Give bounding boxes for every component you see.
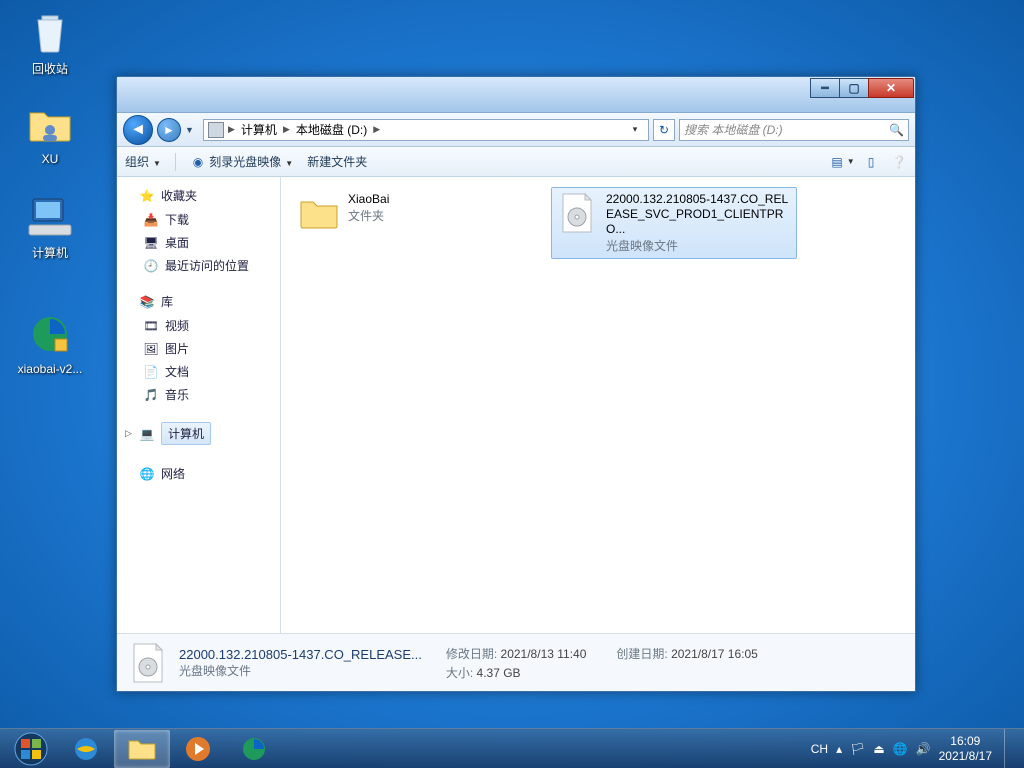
sidebar-music[interactable]: 🎵音乐: [117, 383, 280, 406]
address-dropdown[interactable]: ▾: [626, 124, 644, 135]
desktop-icon-user-folder[interactable]: XU: [12, 100, 88, 166]
file-list[interactable]: XiaoBai 文件夹 22000.132.210805-1437.CO_REL…: [281, 177, 915, 633]
explorer-window: ━ ▢ ✕ ◄ ► ▼ ▶ 计算机 ▶ 本地磁盘 (D:) ▶ ▾ ↻ 搜索 本…: [116, 76, 916, 692]
desktop-icon-computer[interactable]: 计算机: [12, 192, 88, 261]
action-center-icon[interactable]: 🏳: [850, 742, 865, 756]
computer-icon: 💻: [139, 426, 155, 442]
address-bar[interactable]: ▶ 计算机 ▶ 本地磁盘 (D:) ▶ ▾: [203, 119, 649, 141]
back-button[interactable]: ◄: [123, 115, 153, 145]
sidebar-pictures[interactable]: 🖼图片: [117, 337, 280, 360]
sidebar-libraries[interactable]: 📚库: [117, 289, 280, 314]
recent-icon: 🕘: [143, 258, 159, 274]
recycle-bin-icon: [26, 8, 74, 56]
disc-icon: ◉: [190, 154, 206, 170]
video-icon: 🎞: [143, 318, 159, 334]
document-icon: 📄: [143, 364, 159, 380]
window-titlebar[interactable]: ━ ▢ ✕: [117, 77, 915, 113]
system-tray: CH ▴ 🏳 ⏏ 🌐 🔊 16:09 2021/8/17: [811, 729, 1020, 768]
organize-menu[interactable]: 组织▼: [125, 153, 161, 170]
refresh-button[interactable]: ↻: [653, 119, 675, 141]
details-name: 22000.132.210805-1437.CO_RELEASE...: [179, 647, 422, 662]
library-icon: 📚: [139, 294, 155, 310]
minimize-button[interactable]: ━: [810, 78, 840, 98]
desktop-icon: 🖥: [143, 235, 159, 251]
volume-icon[interactable]: 🔊: [916, 742, 931, 756]
nav-row: ◄ ► ▼ ▶ 计算机 ▶ 本地磁盘 (D:) ▶ ▾ ↻ 搜索 本地磁盘 (D…: [117, 113, 915, 147]
computer-icon: [26, 192, 74, 240]
preview-pane-button[interactable]: ▯: [863, 154, 879, 170]
details-modified: 2021/8/13 11:40: [501, 647, 587, 661]
sidebar: ⭐收藏夹 📥下载 🖥桌面 🕘最近访问的位置 📚库 🎞视频 🖼图片 📄文档 🎵音乐…: [117, 177, 281, 633]
clock[interactable]: 16:09 2021/8/17: [939, 734, 992, 763]
iso-file-icon: [127, 642, 169, 684]
taskbar-app[interactable]: [226, 730, 282, 768]
folder-icon: [26, 100, 74, 148]
breadcrumb-drive[interactable]: 本地磁盘 (D:): [294, 121, 369, 138]
taskbar-explorer[interactable]: [114, 730, 170, 768]
iso-file-icon: [556, 192, 598, 234]
network-icon: 🌐: [139, 466, 155, 482]
details-type: 光盘映像文件: [179, 662, 422, 679]
forward-button[interactable]: ►: [157, 118, 181, 142]
download-icon: 📥: [143, 212, 159, 228]
close-button[interactable]: ✕: [868, 78, 914, 98]
sidebar-documents[interactable]: 📄文档: [117, 360, 280, 383]
toolbar: 组织▼ ◉ 刻录光盘映像▼ 新建文件夹 ▤▼ ▯ ❔: [117, 147, 915, 177]
drive-icon: [208, 122, 224, 138]
sidebar-network[interactable]: 🌐网络: [117, 461, 280, 486]
help-button[interactable]: ❔: [891, 154, 907, 170]
burn-button[interactable]: ◉ 刻录光盘映像▼: [190, 153, 293, 170]
details-pane: 22000.132.210805-1437.CO_RELEASE... 光盘映像…: [117, 633, 915, 691]
folder-icon: [298, 192, 340, 234]
sidebar-computer[interactable]: ▷💻计算机: [117, 418, 280, 449]
desktop-icon-recycle[interactable]: 回收站: [12, 8, 88, 77]
picture-icon: 🖼: [143, 341, 159, 357]
view-menu[interactable]: ▤▼: [835, 154, 851, 170]
desktop-icon-xiaobai[interactable]: xiaobai-v2...: [12, 310, 88, 376]
details-size: 4.37 GB: [477, 666, 521, 680]
search-placeholder: 搜索 本地磁盘 (D:): [684, 121, 783, 138]
music-icon: 🎵: [143, 387, 159, 403]
star-icon: ⭐: [139, 188, 155, 204]
taskbar-ie[interactable]: [58, 730, 114, 768]
taskbar-mediaplayer[interactable]: [170, 730, 226, 768]
file-item-folder[interactable]: XiaoBai 文件夹: [293, 187, 539, 239]
sidebar-favorites[interactable]: ⭐收藏夹: [117, 183, 280, 208]
network-icon[interactable]: 🌐: [893, 742, 908, 756]
sidebar-videos[interactable]: 🎞视频: [117, 314, 280, 337]
safely-remove-icon[interactable]: ⏏: [873, 742, 884, 756]
start-button[interactable]: [4, 729, 58, 768]
sidebar-downloads[interactable]: 📥下载: [117, 208, 280, 231]
details-created: 2021/8/17 16:05: [671, 647, 758, 661]
app-icon: [26, 310, 74, 358]
sidebar-recent[interactable]: 🕘最近访问的位置: [117, 254, 280, 277]
ime-indicator[interactable]: CH: [811, 742, 828, 756]
maximize-button[interactable]: ▢: [839, 78, 869, 98]
file-item-iso[interactable]: 22000.132.210805-1437.CO_RELEASE_SVC_PRO…: [551, 187, 797, 259]
search-input[interactable]: 搜索 本地磁盘 (D:) 🔍: [679, 119, 909, 141]
nav-history-dropdown[interactable]: ▼: [185, 125, 199, 135]
tray-chevron-icon[interactable]: ▴: [836, 742, 842, 756]
new-folder-button[interactable]: 新建文件夹: [307, 153, 367, 170]
breadcrumb-computer[interactable]: 计算机: [239, 121, 279, 138]
sidebar-desktop[interactable]: 🖥桌面: [117, 231, 280, 254]
search-icon: 🔍: [889, 123, 904, 137]
show-desktop-button[interactable]: [1004, 729, 1014, 768]
taskbar: CH ▴ 🏳 ⏏ 🌐 🔊 16:09 2021/8/17: [0, 728, 1024, 768]
